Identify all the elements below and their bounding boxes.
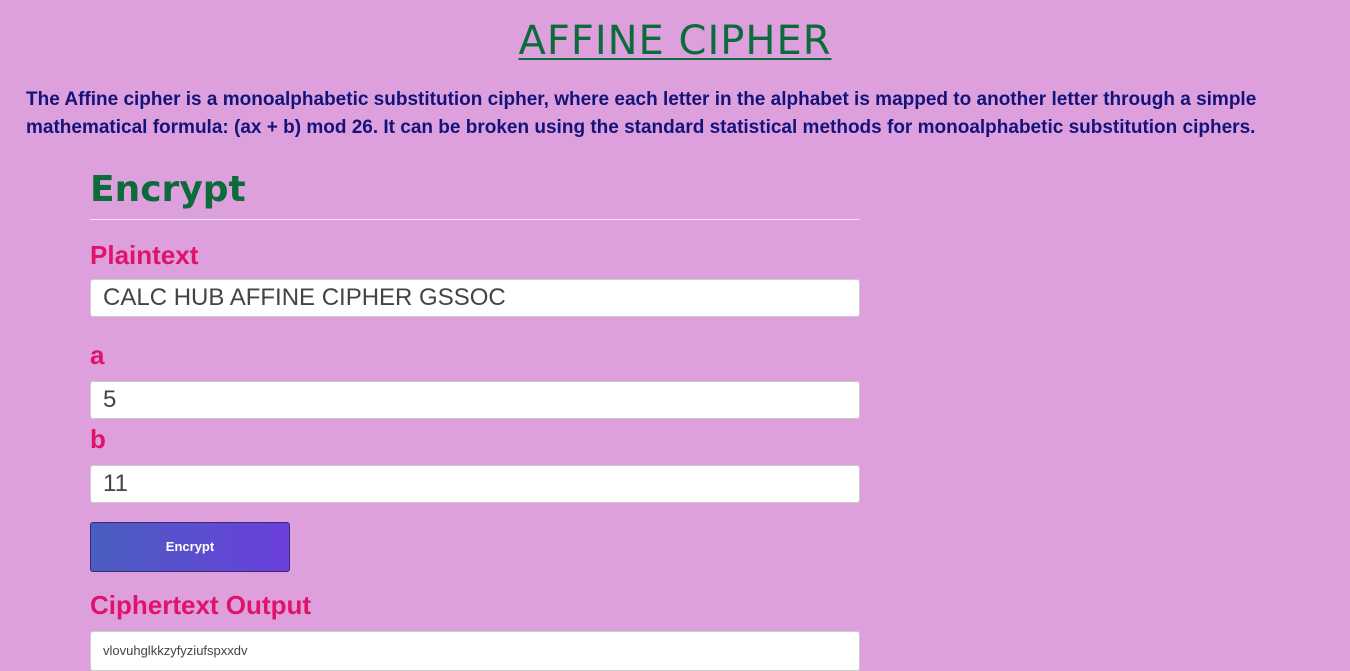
section-divider bbox=[90, 219, 860, 220]
encrypt-panel: Encrypt Plaintext a b Encrypt Ciphertext… bbox=[90, 162, 860, 671]
page-header: AFFINE CIPHER The Affine cipher is a mon… bbox=[0, 18, 1350, 142]
b-group: b bbox=[90, 424, 860, 503]
encrypt-button[interactable]: Encrypt bbox=[90, 522, 290, 572]
a-input[interactable] bbox=[90, 381, 860, 419]
a-group: a bbox=[90, 340, 860, 419]
plaintext-label: Plaintext bbox=[90, 240, 199, 270]
plaintext-group: Plaintext bbox=[90, 240, 860, 317]
encrypt-heading: Encrypt bbox=[90, 169, 246, 210]
b-input[interactable] bbox=[90, 465, 860, 503]
cipher-description: The Affine cipher is a monoalphabetic su… bbox=[26, 89, 1257, 138]
page-title-text: AFFINE CIPHER bbox=[518, 18, 832, 64]
a-label: a bbox=[90, 340, 105, 370]
b-label: b bbox=[90, 424, 106, 454]
ciphertext-output-field[interactable]: vlovuhglkkzyfyziufspxxdv bbox=[90, 631, 860, 671]
output-group: Ciphertext Output vlovuhglkkzyfyziufspxx… bbox=[90, 590, 860, 671]
plaintext-input[interactable] bbox=[90, 279, 860, 317]
ciphertext-output-label: Ciphertext Output bbox=[90, 590, 311, 620]
page-title: AFFINE CIPHER bbox=[0, 18, 1350, 68]
